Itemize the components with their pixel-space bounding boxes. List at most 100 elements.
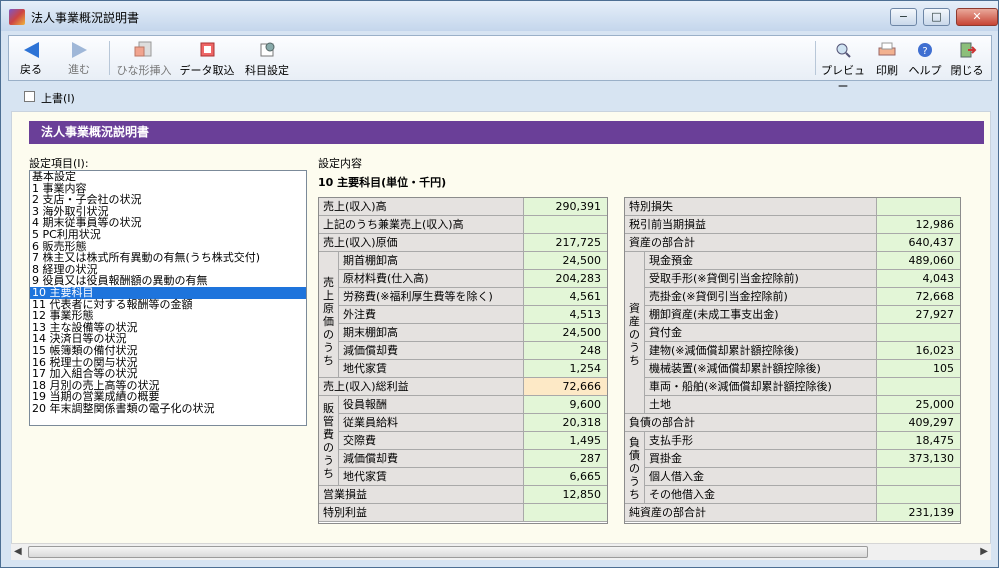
horizontal-scrollbar[interactable]: ◀ ▶ [11,543,991,560]
list-item[interactable]: 10 主要科目 [30,287,306,299]
table-row: 地代家賃 1,254 [319,360,607,378]
row-value[interactable]: 640,437 [877,234,960,251]
row-label: 期末棚卸高 [339,324,524,341]
options-bar: 上書(I) [11,85,991,111]
row-value[interactable]: 12,986 [877,216,960,233]
import-data-button[interactable]: データ取込 [179,36,235,80]
row-label: その他借入金 [645,486,877,503]
table-row: 営業損益 12,850 [319,486,607,504]
row-label: 売掛金(※貸倒引当金控除前) [645,288,877,305]
row-value[interactable]: 4,561 [524,288,607,305]
list-item[interactable]: 12 事業形態 [30,310,306,322]
settings-icon [260,42,275,57]
row-label: 上記のうち兼業売上(収入)高 [319,216,524,233]
row-value[interactable]: 72,666 [524,378,607,395]
row-value[interactable]: 9,600 [524,396,607,413]
row-value[interactable] [524,504,607,521]
table-row: 役員報酬 9,600 [319,396,607,414]
row-value[interactable]: 16,023 [877,342,960,359]
row-label: 受取手形(※貸倒引当金控除前) [645,270,877,287]
table-row: 受取手形(※貸倒引当金控除前) 4,043 [625,270,960,288]
row-label: 支払手形 [645,432,877,449]
table-row: 減価償却費 248 [319,342,607,360]
page-header: 法人事業概況説明書 [29,121,984,144]
row-value[interactable]: 24,500 [524,324,607,341]
row-value[interactable]: 24,500 [524,252,607,269]
row-label: 個人借入金 [645,468,877,485]
group-label: 負債のうち [625,432,645,504]
row-value[interactable]: 489,060 [877,252,960,269]
forward-button[interactable]: 進む [59,36,99,80]
row-label: 期首棚卸高 [339,252,524,269]
minimize-button[interactable]: − [890,8,917,26]
row-label: 売上(収入)総利益 [319,378,524,395]
scroll-left-icon[interactable]: ◀ [14,546,22,557]
row-value[interactable]: 4,513 [524,306,607,323]
row-value[interactable]: 290,391 [524,198,607,215]
row-value[interactable]: 248 [524,342,607,359]
row-label: 営業損益 [319,486,524,503]
overwrite-checkbox[interactable] [24,91,35,102]
back-button[interactable]: 戻る [13,36,49,80]
row-value[interactable]: 217,725 [524,234,607,251]
insert-template-button[interactable]: ひな形挿入 [113,36,175,80]
import-label: データ取込 [179,64,235,77]
row-value[interactable]: 18,475 [877,432,960,449]
row-value[interactable]: 27,927 [877,306,960,323]
row-value[interactable]: 20,318 [524,414,607,431]
toolbar-separator [109,41,110,75]
table-row: 売上(収入)総利益 72,666 [319,378,607,396]
help-button[interactable]: ? ヘルプ [906,36,944,80]
table-row: 外注費 4,513 [319,306,607,324]
row-value[interactable]: 25,000 [877,396,960,413]
list-item[interactable]: 7 株主又は株式所有異動の有無(うち株式交付) [30,252,306,264]
row-value[interactable] [877,468,960,485]
scroll-thumb[interactable] [28,546,868,558]
preview-button[interactable]: プレビュー [819,36,867,93]
table-row: 純資産の部合計 231,139 [625,504,960,522]
row-value[interactable] [877,198,960,215]
row-value[interactable]: 1,254 [524,360,607,377]
row-label: 特別損失 [625,198,877,215]
list-item[interactable]: 20 年末調整関係書類の電子化の状況 [30,403,306,415]
list-item[interactable]: 17 加入組合等の状況 [30,368,306,380]
row-value[interactable]: 204,283 [524,270,607,287]
list-item[interactable]: 基本設定 [30,171,306,183]
section-title: 10 主要科目(単位・千円) [318,176,447,189]
subjects-label: 科目設定 [245,64,289,77]
row-label: 従業員給料 [339,414,524,431]
table-row: 機械装置(※減価償却累計額控除後) 105 [625,360,960,378]
list-item[interactable]: 5 PC利用状況 [30,229,306,241]
row-value[interactable] [877,486,960,503]
print-label: 印刷 [876,64,898,77]
row-value[interactable] [877,378,960,395]
subject-settings-button[interactable]: 科目設定 [239,36,295,80]
preview-icon [836,43,851,58]
row-value[interactable]: 12,850 [524,486,607,503]
row-value[interactable]: 4,043 [877,270,960,287]
close-window-button[interactable]: ✕ [956,8,998,26]
close-button[interactable]: 閉じる [947,36,987,80]
print-button[interactable]: 印刷 [871,36,903,80]
row-label: 減価償却費 [339,450,524,467]
row-value[interactable] [877,324,960,341]
table-row: 期末棚卸高 24,500 [319,324,607,342]
row-value[interactable]: 287 [524,450,607,467]
settings-item-list[interactable]: 基本設定 1 事業内容 2 支店・子会社の状況 3 海外取引状況 4 期末従事員等の状況… [29,170,307,426]
row-value[interactable]: 373,130 [877,450,960,467]
row-label: 建物(※減価償却累計額控除後) [645,342,877,359]
row-value[interactable]: 409,297 [877,414,960,431]
row-value[interactable]: 1,495 [524,432,607,449]
scroll-right-icon[interactable]: ▶ [980,546,988,557]
row-label: 資産の部合計 [625,234,877,251]
row-value[interactable]: 105 [877,360,960,377]
maximize-button[interactable]: □ [923,8,950,26]
row-label: 交際費 [339,432,524,449]
row-value[interactable]: 72,668 [877,288,960,305]
income-table: 売上(収入)高 290,391 上記のうち兼業売上(収入)高 売上(収入)原価 217,… [318,197,608,524]
row-value[interactable] [524,216,607,233]
row-value[interactable]: 231,139 [877,504,960,521]
toolbar-separator [815,41,816,75]
row-value[interactable]: 6,665 [524,468,607,485]
list-item[interactable]: 15 帳簿類の備付状況 [30,345,306,357]
